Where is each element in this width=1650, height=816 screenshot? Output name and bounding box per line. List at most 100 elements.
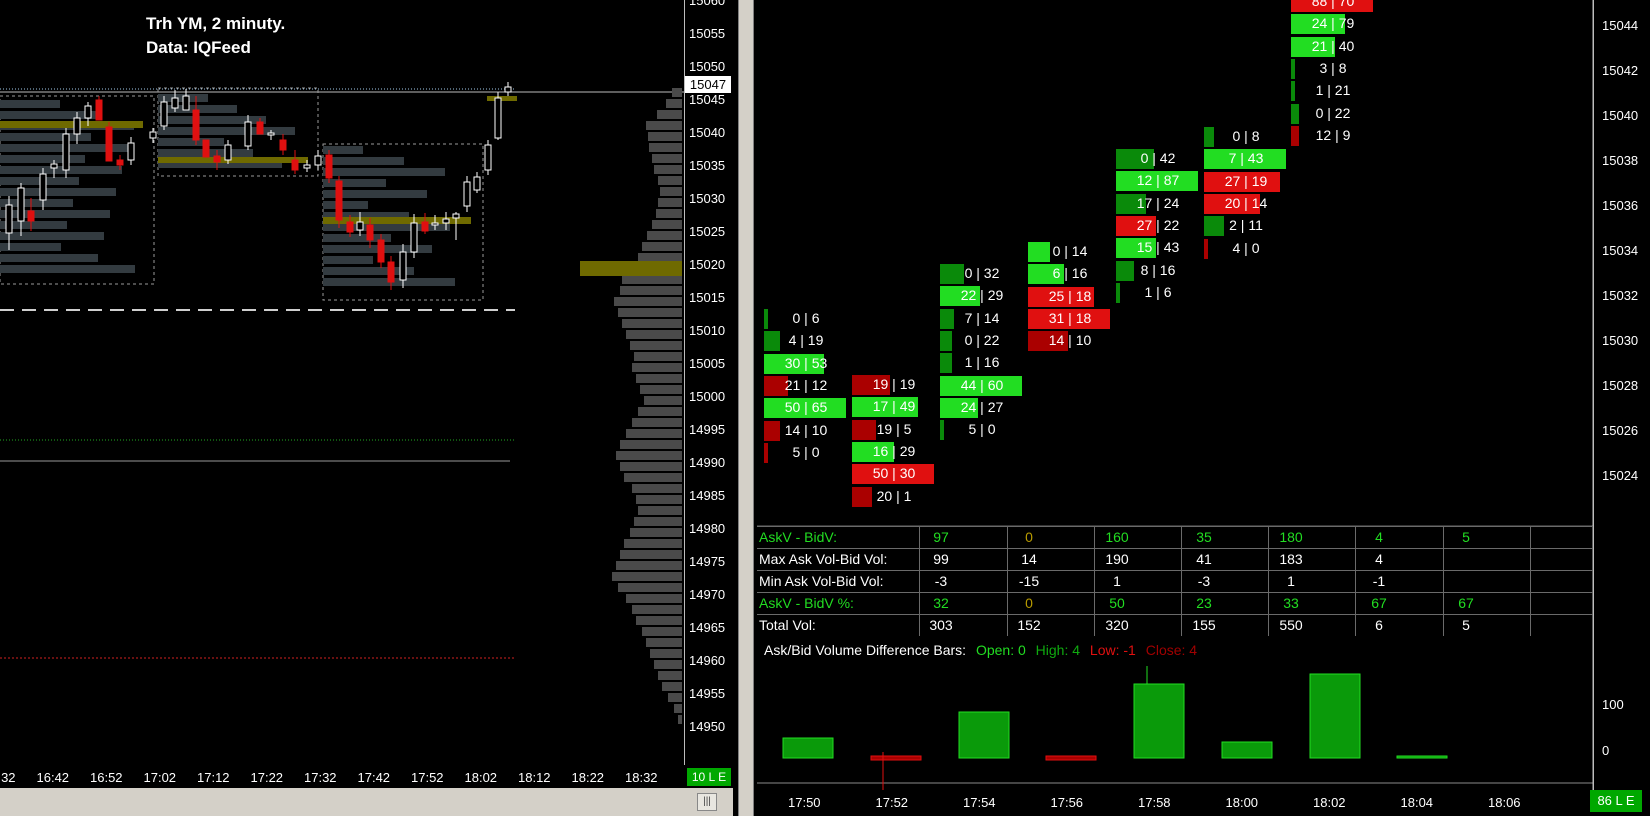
session-profile-bar — [646, 121, 682, 130]
right-account-button[interactable]: 86 L E — [1590, 790, 1642, 812]
left-price-tick: 14975 — [689, 554, 726, 569]
left-price-chart[interactable] — [0, 0, 684, 765]
session-profile-bar — [618, 583, 682, 592]
left-price-tick: 15045 — [689, 92, 726, 107]
candle-body — [387, 261, 395, 283]
right-time-tick: 18:04 — [1400, 795, 1434, 810]
right-time-tick: 17:58 — [1138, 795, 1171, 810]
footprint-cell-text: 50 | 65 — [784, 399, 828, 416]
table-column-divider — [1181, 526, 1182, 636]
difference-bar — [870, 755, 922, 761]
scrollbar-grip-icon[interactable]: ||| — [697, 793, 717, 811]
profile-bar — [323, 168, 445, 176]
footprint-cell-text: 0 | 6 — [792, 310, 820, 326]
horizontal-scrollbar[interactable]: ||| — [0, 788, 733, 816]
session-profile-bar — [636, 374, 682, 383]
profile-bar — [0, 265, 135, 273]
session-profile-bar — [634, 352, 682, 361]
left-chart-pane[interactable]: Trh YM, 2 minuty. Data: IQFeed 15060 1505… — [0, 0, 733, 816]
left-time-tick: 17:02 — [143, 770, 177, 785]
profile-bar — [0, 188, 116, 196]
footprint-cell-text: 0 | 32 — [964, 265, 1000, 281]
footprint-cell-text: 1 | 16 — [964, 354, 1000, 371]
left-time-tick: 18:22 — [571, 770, 605, 785]
footprint-cell: 14 | 10 — [1028, 331, 1112, 352]
footprint-cell-text: 17 | 24 — [1136, 194, 1180, 211]
footprint-cell-text: 27 | 22 — [1136, 216, 1180, 233]
left-time-tick: 18:12 — [518, 770, 551, 785]
left-time-tick: 17:22 — [250, 770, 284, 785]
right-price-tick: 15034 — [1602, 243, 1639, 258]
last-price-label: 15047 — [685, 76, 731, 93]
candle-body — [62, 133, 70, 171]
session-profile-bar — [630, 341, 682, 350]
footprint-cell: 4 | 0 — [1204, 238, 1288, 259]
left-price-tick: 14955 — [689, 686, 726, 701]
candle-body — [442, 218, 450, 224]
footprint-cell-text: 15 | 43 — [1136, 239, 1180, 256]
table-cell: 190 — [1105, 551, 1129, 567]
table-cell: 183 — [1279, 551, 1303, 567]
profile-bar — [158, 138, 224, 146]
session-profile-bar — [632, 418, 682, 427]
session-profile-bar — [658, 198, 682, 207]
footprint-cell: 27 | 19 — [1204, 171, 1288, 192]
footprint-cell: 4 | 19 — [764, 331, 848, 352]
table-cell: 99 — [933, 551, 949, 567]
profile-bar — [0, 111, 97, 119]
profile-bar — [323, 157, 404, 165]
session-profile-bar — [622, 275, 682, 284]
candle-body — [5, 204, 13, 234]
right-time-tick: 18:00 — [1225, 795, 1259, 810]
table-cell: 6 — [1375, 617, 1383, 633]
footprint-cell-text: 17 | 49 — [872, 398, 916, 415]
table-cell: 23 — [1196, 595, 1212, 611]
candle-body — [160, 101, 168, 127]
data-source-label: Data: IQFeed — [146, 38, 251, 57]
session-profile-bar — [632, 605, 682, 614]
left-price-tick: 14980 — [689, 521, 726, 536]
session-profile-bar — [652, 220, 682, 229]
candle-body — [50, 163, 58, 169]
table-cell: 32 — [933, 595, 949, 611]
footprint-cell: 27 | 22 — [1116, 215, 1200, 236]
difference-bar — [1396, 755, 1448, 759]
footprint-cell-text: 31 | 18 — [1048, 309, 1092, 326]
session-profile-bar — [618, 308, 682, 317]
left-price-tick: 15050 — [689, 59, 726, 74]
left-price-tick: 14960 — [689, 653, 726, 668]
left-time-tick: 18:02 — [464, 770, 498, 785]
session-profile-bar — [666, 99, 682, 108]
candle-body — [224, 144, 232, 161]
table-cell: 303 — [929, 617, 953, 633]
candle-body — [267, 132, 275, 136]
session-profile-bar — [624, 473, 682, 482]
right-time-tick: 17:52 — [875, 795, 909, 810]
footprint-cell-text: 5 | 0 — [968, 421, 996, 438]
table-column-divider — [1530, 526, 1531, 636]
left-price-tick: 14950 — [689, 719, 726, 734]
footprint-cell-text: 0 | 42 — [1140, 150, 1176, 166]
left-price-tick: 15060 — [689, 0, 726, 8]
session-profile-bar — [636, 616, 682, 625]
session-profile-bar — [616, 451, 682, 460]
table-column-divider — [919, 526, 920, 636]
footprint-cell-text: 0 | 8 — [1232, 128, 1260, 144]
footprint-cell-text: 14 | 10 — [784, 421, 828, 438]
footprint-cell-text: 21 | 12 — [784, 376, 828, 393]
footprint-cell-text: 19 | 19 — [872, 376, 916, 392]
footprint-cell-text: 14 | 10 — [1048, 332, 1092, 349]
footprint-cell: 0 | 14 — [1028, 242, 1112, 262]
pane-splitter[interactable] — [738, 0, 754, 816]
session-profile-bar — [614, 297, 682, 306]
footprint-chart[interactable] — [757, 0, 1593, 790]
footprint-cell: 19 | 19 — [852, 375, 936, 395]
left-price-axis[interactable] — [684, 0, 733, 765]
session-profile-bar — [678, 715, 682, 724]
left-time-tick: 17:52 — [411, 770, 444, 785]
table-cell: 41 — [1196, 551, 1212, 567]
table-row-label: Total Vol: — [759, 617, 816, 633]
footprint-cell-text: 2 | 11 — [1229, 217, 1263, 234]
session-profile-bar — [674, 704, 682, 713]
left-account-button[interactable]: 10 L E — [687, 768, 731, 786]
